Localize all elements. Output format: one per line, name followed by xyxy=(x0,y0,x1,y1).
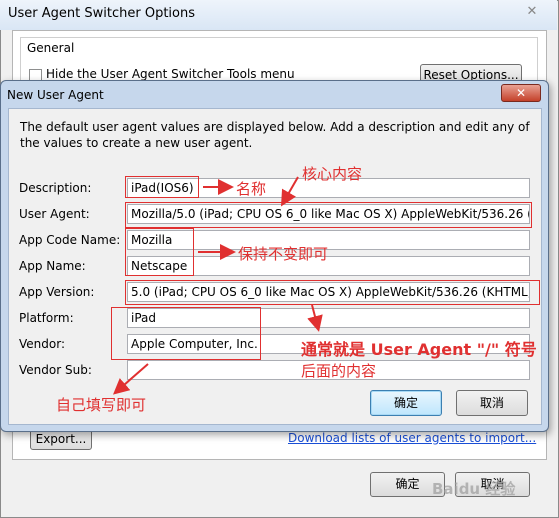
name-annotation: 名称 xyxy=(236,180,267,198)
ua-note-arrow xyxy=(307,304,323,332)
keep-unchanged-annotation: 保持不变即可 xyxy=(238,245,329,263)
fill-yourself-annotation: 自己填写即可 xyxy=(56,396,147,414)
fill-arrow xyxy=(112,363,149,395)
ua-slash-annotation-cont: 后面的内容 xyxy=(301,362,377,380)
baidu-watermark: Baidu 经验 xyxy=(432,480,516,498)
ua-slash-annotation: 通常就是 User Agent "/" 符号 xyxy=(301,340,537,359)
core-arrow xyxy=(281,176,299,207)
core-content-annotation: 核心内容 xyxy=(302,165,363,183)
